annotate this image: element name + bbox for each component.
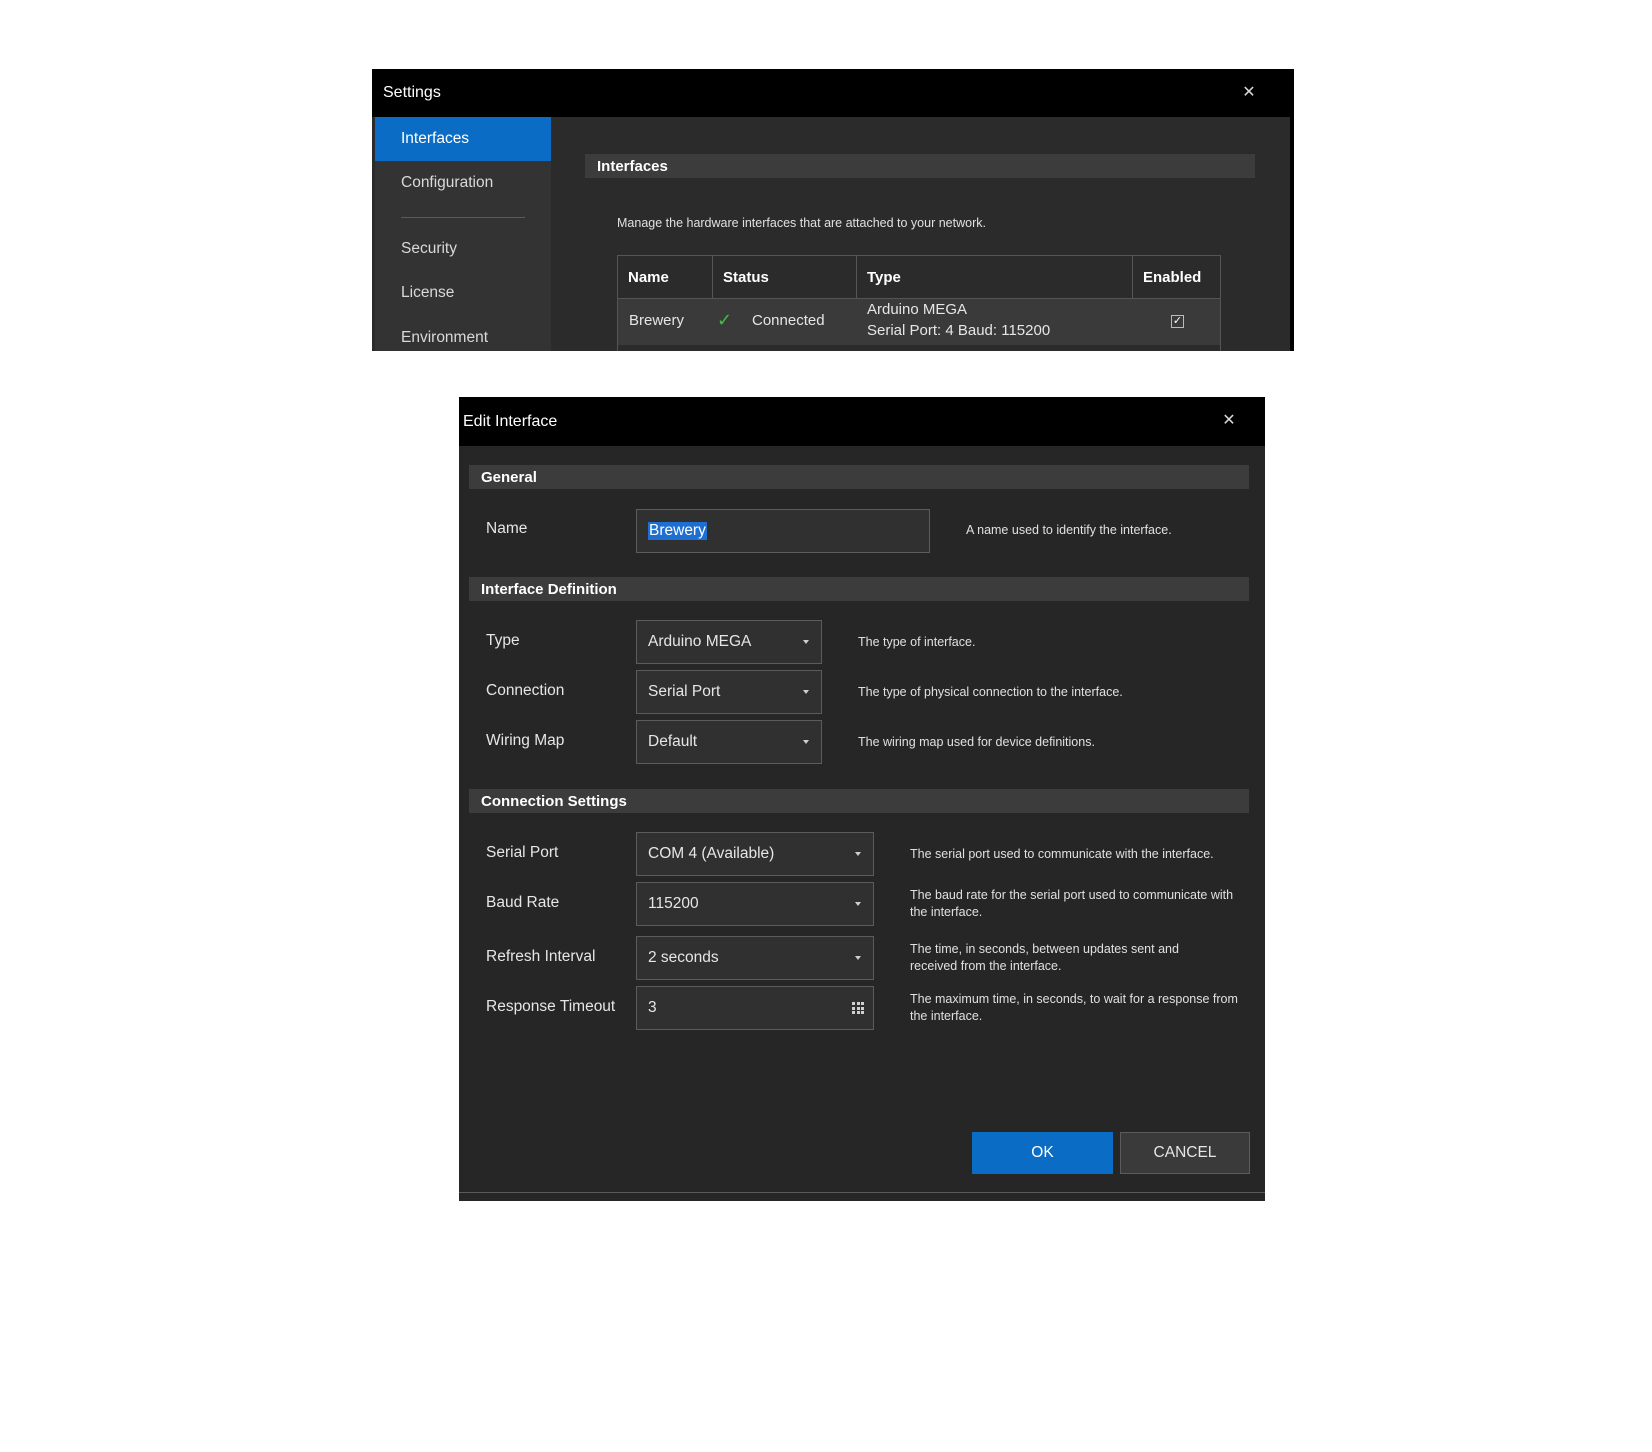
serial-port-label: Serial Port [486, 844, 559, 861]
baud-rate-select[interactable]: 115200 [636, 882, 874, 926]
response-timeout-help: The maximum time, in seconds, to wait fo… [910, 992, 1238, 1023]
row-type-line1: Arduino MEGA [867, 301, 968, 318]
column-header-status[interactable]: Status [713, 256, 857, 298]
row-status: Connected [752, 312, 825, 329]
baud-rate-label: Baud Rate [486, 894, 560, 911]
interface-definition-header: Interface Definition [469, 577, 1249, 601]
type-select-value: Arduino MEGA [648, 633, 752, 650]
response-timeout-value: 3 [648, 999, 657, 1016]
connection-select[interactable]: Serial Port [636, 670, 822, 714]
interfaces-table: Name Status Type Enabled Brewery ✓ Conne… [617, 255, 1221, 351]
edit-interface-dialog: Edit Interface ✕ General Name Brewery A … [459, 397, 1265, 1201]
cancel-button[interactable]: CANCEL [1120, 1132, 1250, 1174]
sidebar-item-license[interactable]: License [375, 271, 551, 315]
baud-rate-select-value: 115200 [648, 895, 699, 912]
interfaces-section-header: Interfaces [585, 154, 1255, 178]
type-help: The type of interface. [858, 635, 976, 649]
interfaces-description: Manage the hardware interfaces that are … [617, 216, 986, 230]
connection-select-value: Serial Port [648, 683, 721, 700]
close-icon[interactable]: ✕ [1240, 84, 1258, 102]
chevron-down-icon [803, 640, 809, 644]
sidebar-divider [401, 217, 525, 218]
refresh-interval-select[interactable]: 2 seconds [636, 936, 874, 980]
chevron-down-icon [855, 956, 861, 960]
name-input[interactable]: Brewery [636, 509, 930, 553]
wiring-map-label: Wiring Map [486, 732, 565, 749]
chevron-down-icon [855, 902, 861, 906]
response-timeout-input[interactable]: 3 [636, 986, 874, 1030]
response-timeout-label: Response Timeout [486, 998, 616, 1015]
general-section-header: General [469, 465, 1249, 489]
numpad-icon[interactable] [852, 1002, 864, 1014]
refresh-interval-label: Refresh Interval [486, 948, 596, 965]
connection-label: Connection [486, 682, 565, 699]
type-select[interactable]: Arduino MEGA [636, 620, 822, 664]
connection-help: The type of physical connection to the i… [858, 685, 1123, 699]
chevron-down-icon [803, 690, 809, 694]
serial-port-select[interactable]: COM 4 (Available) [636, 832, 874, 876]
check-icon: ✓ [717, 310, 733, 330]
chevron-down-icon [803, 740, 809, 744]
sidebar-item-security[interactable]: Security [375, 227, 551, 271]
sidebar-item-configuration[interactable]: Configuration [375, 161, 551, 205]
connection-settings-header: Connection Settings [469, 789, 1249, 813]
name-input-value: Brewery [648, 522, 707, 540]
refresh-interval-select-value: 2 seconds [648, 949, 719, 966]
settings-title: Settings [383, 84, 441, 101]
settings-sidebar: Interfaces Configuration Security Licens… [375, 117, 551, 351]
dialog-bottom-border [459, 1192, 1265, 1193]
window-edge [1290, 69, 1294, 351]
sidebar-item-interfaces[interactable]: Interfaces [375, 117, 551, 161]
table-row[interactable]: Brewery ✓ Connected Arduino MEGA Serial … [618, 298, 1220, 345]
column-header-enabled[interactable]: Enabled [1133, 256, 1220, 298]
refresh-interval-help: The time, in seconds, between updates se… [910, 942, 1179, 973]
name-help: A name used to identify the interface. [966, 523, 1172, 537]
serial-port-help: The serial port used to communicate with… [910, 847, 1214, 861]
edit-title: Edit Interface [463, 412, 558, 430]
serial-port-select-value: COM 4 (Available) [648, 845, 775, 862]
chevron-down-icon [855, 852, 861, 856]
close-icon[interactable]: ✕ [1220, 412, 1238, 430]
settings-window: Settings ✕ Interfaces Configuration Secu… [372, 69, 1294, 351]
wiring-map-select-value: Default [648, 733, 698, 750]
ok-button[interactable]: OK [972, 1132, 1113, 1174]
enabled-checkbox[interactable]: ✓ [1171, 315, 1184, 328]
edit-titlebar: Edit Interface ✕ [459, 397, 1265, 446]
row-name: Brewery [629, 312, 685, 329]
type-label: Type [486, 632, 520, 649]
column-header-type[interactable]: Type [857, 256, 1133, 298]
row-type-line2: Serial Port: 4 Baud: 115200 [867, 322, 1051, 339]
sidebar-item-environment[interactable]: Environment [375, 316, 551, 351]
name-label: Name [486, 520, 528, 537]
baud-rate-help: The baud rate for the serial port used t… [910, 888, 1234, 919]
settings-titlebar: Settings ✕ [372, 69, 1294, 117]
column-header-name[interactable]: Name [618, 256, 713, 298]
wiring-map-select[interactable]: Default [636, 720, 822, 764]
wiring-map-help: The wiring map used for device definitio… [858, 735, 1095, 749]
